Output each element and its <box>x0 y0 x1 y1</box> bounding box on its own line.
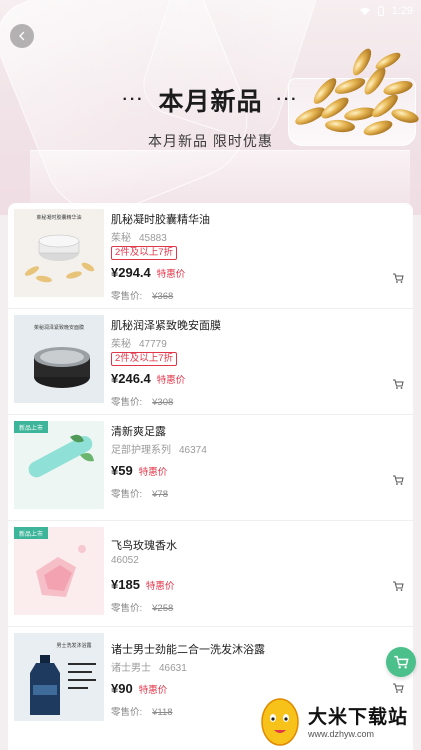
product-price: ¥185 <box>111 577 140 592</box>
product-price: ¥294.4 <box>111 265 151 280</box>
promo-badge: 2件及以上7折 <box>111 352 178 366</box>
product-thumbnail[interactable]: 茱秘凝时胶囊精华油 <box>14 209 104 297</box>
product-brand: 茱秘 <box>111 339 131 350</box>
title-dots-left: ··· <box>122 91 145 108</box>
product-image: 茱秘凝时胶囊精华油 <box>14 209 104 297</box>
egg-mascot-logo <box>261 698 299 746</box>
product-image: 新品上市 <box>14 421 104 509</box>
wifi-icon <box>359 7 370 15</box>
floating-cart-button[interactable] <box>386 647 416 677</box>
svg-text:茱秘凝时胶囊精华油: 茱秘凝时胶囊精华油 <box>36 214 81 221</box>
status-time: 1:29 <box>391 5 413 17</box>
retail-label: 零售价: <box>111 291 143 302</box>
retail-price: ¥308 <box>152 397 174 408</box>
promo-badge: 2件及以上7折 <box>111 246 178 260</box>
price-tag: 特惠价 <box>138 685 168 696</box>
product-code: 46052 <box>111 555 139 566</box>
product-name: 飞鸟玫瑰香水 <box>111 540 177 552</box>
retail-label: 零售价: <box>111 603 143 614</box>
product-meta: 诸士男士 46631 <box>111 659 391 674</box>
price-tag: 特惠价 <box>156 269 186 280</box>
retail-label: 零售价: <box>111 489 143 500</box>
retail-price-row: 零售价: ¥308 <box>111 394 391 408</box>
watermark-url: www.dzhyw.com <box>308 728 375 739</box>
product-thumbnail[interactable]: 男士洗发沐浴露 <box>14 633 104 721</box>
add-to-cart-button[interactable] <box>389 375 407 393</box>
hero-pedestal <box>30 150 410 210</box>
svg-text:新品上市: 新品上市 <box>19 530 43 538</box>
battery-icon <box>377 6 384 16</box>
product-thumbnail[interactable]: 新品上市 <box>14 527 104 615</box>
price-tag: 特惠价 <box>145 581 175 592</box>
hero-banner: 1:29 ··· 本月新品 ··· 本月新品 限时优惠 <box>0 0 421 215</box>
product-code: 46374 <box>179 445 207 456</box>
product-thumbnail[interactable]: 茱秘润泽紧致晚安面膜 <box>14 315 104 403</box>
title-dots-right: ··· <box>276 91 299 108</box>
product-meta: 46052 <box>111 555 391 568</box>
product-meta: 茱秘 45883 <box>111 229 391 244</box>
back-button[interactable] <box>10 24 34 48</box>
add-to-cart-button[interactable] <box>389 269 407 287</box>
retail-price-row: 零售价: ¥258 <box>111 600 391 614</box>
product-code: 45883 <box>139 233 167 244</box>
page-title: ··· 本月新品 ··· <box>0 82 421 118</box>
retail-price: ¥78 <box>152 489 168 500</box>
cart-icon <box>393 475 404 485</box>
product-price: ¥59 <box>111 463 133 478</box>
cart-icon <box>393 273 404 283</box>
floating-cart-icon <box>394 655 409 669</box>
svg-text:男士洗发沐浴露: 男士洗发沐浴露 <box>56 642 91 649</box>
retail-price-row: 零售价: ¥78 <box>111 486 391 500</box>
retail-label: 零售价: <box>111 397 143 408</box>
product-thumbnail[interactable]: 新品上市 <box>14 421 104 509</box>
cart-icon <box>393 581 404 591</box>
page-title-text: 本月新品 <box>158 88 263 116</box>
chevron-left-icon <box>19 31 25 41</box>
retail-price: ¥258 <box>152 603 174 614</box>
add-to-cart-button[interactable] <box>389 577 407 595</box>
product-name: 肌秘凝时胶囊精华油 <box>111 214 210 226</box>
product-item[interactable]: 茱秘润泽紧致晚安面膜 肌秘润泽紧致晚安面膜 茱秘 47779 2件及以上7折 ¥2… <box>8 309 413 415</box>
product-code: 47779 <box>139 339 167 350</box>
product-meta: 茱秘 47779 <box>111 335 391 350</box>
add-to-cart-button[interactable] <box>389 471 407 489</box>
price-tag: 特惠价 <box>156 375 186 386</box>
product-image: 男士洗发沐浴露 <box>14 633 104 721</box>
product-price: ¥90 <box>111 681 133 696</box>
retail-price: ¥368 <box>152 291 174 302</box>
watermark-title: 大米下载站 <box>308 706 409 728</box>
price-tag: 特惠价 <box>138 467 168 478</box>
product-list: 茱秘凝时胶囊精华油 肌秘凝时胶囊精华油 茱秘 45883 2件及以上7折 ¥294… <box>8 203 413 750</box>
product-meta: 足部护理系列 46374 <box>111 441 391 456</box>
product-brand: 足部护理系列 <box>111 445 171 456</box>
retail-label: 零售价: <box>111 707 143 718</box>
product-name: 诸士男士劲能二合一洗发沐浴露 <box>111 644 265 656</box>
product-name: 肌秘润泽紧致晚安面膜 <box>111 320 221 332</box>
product-item[interactable]: 茱秘凝时胶囊精华油 肌秘凝时胶囊精华油 茱秘 45883 2件及以上7折 ¥294… <box>8 203 413 309</box>
product-image: 新品上市 <box>14 527 104 615</box>
product-code: 46631 <box>159 663 187 674</box>
watermark: 大米下载站 www.dzhyw.com <box>258 690 421 750</box>
product-item[interactable]: 新品上市 清新爽足露 足部护理系列 46374 ¥59 特惠价 零售价: ¥78 <box>8 415 413 521</box>
cart-icon <box>393 379 404 389</box>
svg-text:茱秘润泽紧致晚安面膜: 茱秘润泽紧致晚安面膜 <box>34 324 84 331</box>
product-price: ¥246.4 <box>111 371 151 386</box>
product-item[interactable]: 新品上市 飞鸟玫瑰香水 46052 ¥185 特惠价 零售价: ¥258 <box>8 521 413 627</box>
product-brand: 诸士男士 <box>111 663 151 674</box>
product-image: 茱秘润泽紧致晚安面膜 <box>14 315 104 403</box>
retail-price-row: 零售价: ¥368 <box>111 288 391 302</box>
page-subtitle: 本月新品 限时优惠 <box>148 133 273 149</box>
status-bar: 1:29 <box>359 3 413 19</box>
svg-text:新品上市: 新品上市 <box>19 424 43 432</box>
product-brand: 茱秘 <box>111 233 131 244</box>
product-name: 清新爽足露 <box>111 426 166 438</box>
retail-price: ¥118 <box>152 707 173 718</box>
